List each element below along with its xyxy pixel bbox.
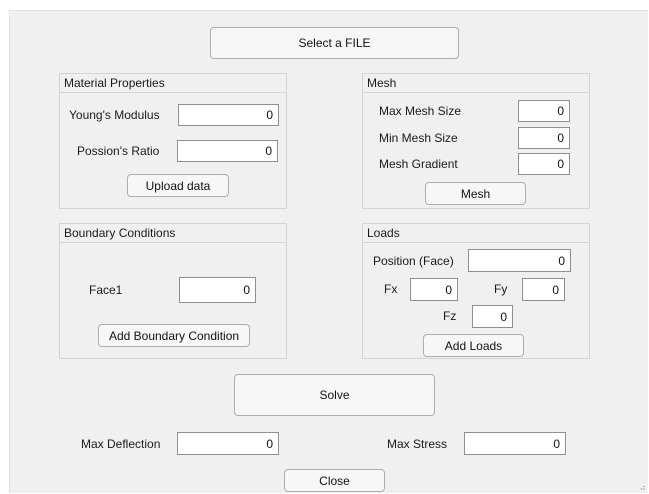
poisson-ratio-label: Possion's Ratio [77,144,160,158]
boundary-conditions-panel: Boundary Conditions Face1 Add Boundary C… [59,223,287,359]
poisson-ratio-input[interactable] [177,140,278,162]
add-loads-button[interactable]: Add Loads [423,334,524,357]
youngs-modulus-label: Young's Modulus [69,108,160,122]
face1-label: Face1 [89,283,123,297]
close-button[interactable]: Close [284,469,385,492]
upload-data-button[interactable]: Upload data [127,174,229,197]
max-stress-label: Max Stress [387,437,448,451]
mesh-title: Mesh [363,74,589,93]
loads-title: Loads [363,224,589,243]
material-properties-panel: Material Properties Young's Modulus Poss… [59,73,287,209]
mesh-button[interactable]: Mesh [425,182,526,205]
fy-label: Fy [494,282,508,296]
loads-panel: Loads Position (Face) Fx Fy Fz Add Loads [362,223,590,359]
max-deflection-output [177,432,279,455]
fz-input[interactable] [472,305,513,328]
add-boundary-condition-button[interactable]: Add Boundary Condition [98,324,250,347]
select-file-button[interactable]: Select a FILE [210,27,459,59]
max-stress-output [464,432,566,455]
mesh-gradient-input[interactable] [518,153,570,175]
solve-button[interactable]: Solve [234,374,435,416]
app-window: Select a FILE Material Properties Young'… [9,10,648,493]
mesh-gradient-label: Mesh Gradient [379,157,458,171]
face1-input[interactable] [179,277,256,303]
fx-input[interactable] [410,278,458,301]
fy-input[interactable] [522,278,565,301]
material-properties-title: Material Properties [60,74,286,93]
mesh-panel: Mesh Max Mesh Size Min Mesh Size Mesh Gr… [362,73,590,209]
boundary-conditions-title: Boundary Conditions [60,224,286,243]
min-mesh-size-input[interactable] [518,127,570,149]
youngs-modulus-input[interactable] [178,104,279,126]
min-mesh-size-label: Min Mesh Size [379,131,458,145]
position-face-input[interactable] [468,249,571,272]
fx-label: Fx [384,282,398,296]
max-mesh-size-input[interactable] [518,100,570,122]
resize-grip-icon[interactable] [639,484,645,490]
max-mesh-size-label: Max Mesh Size [379,104,462,118]
max-deflection-label: Max Deflection [81,437,161,451]
position-face-label: Position (Face) [373,254,454,268]
fz-label: Fz [443,309,457,323]
